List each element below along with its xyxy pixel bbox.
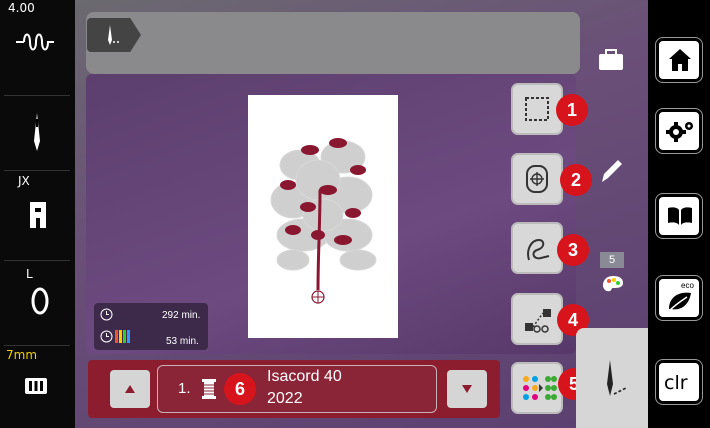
move-hoop-button[interactable] bbox=[511, 153, 563, 205]
marker-6: 6 bbox=[224, 373, 256, 405]
home-icon bbox=[669, 49, 691, 71]
design-canvas[interactable] bbox=[248, 95, 398, 338]
color-down-button[interactable] bbox=[447, 370, 487, 408]
color-sequence-icon bbox=[523, 376, 557, 400]
thread-spool-icon bbox=[202, 379, 216, 399]
cut-connector-icon bbox=[525, 309, 551, 333]
stitch-plate-icon bbox=[31, 287, 49, 315]
thread-code: 2022 bbox=[267, 390, 303, 407]
book-icon bbox=[668, 207, 692, 225]
left-status-bar: 4.00 JX L 7mm bbox=[0, 0, 75, 428]
needle-cell[interactable] bbox=[4, 95, 70, 171]
stitch-width-value: 4.00 bbox=[8, 1, 35, 15]
toolbox-icon[interactable] bbox=[597, 48, 625, 72]
move-hoop-icon bbox=[526, 165, 548, 193]
triangle-down-icon bbox=[462, 385, 472, 393]
needle-icon bbox=[34, 113, 40, 151]
color-time: 53 min. bbox=[166, 336, 199, 347]
marker-3: 3 bbox=[557, 234, 589, 266]
presser-foot-icon bbox=[30, 202, 46, 228]
feed-dog-icon bbox=[25, 378, 47, 394]
color-bars-icon bbox=[115, 330, 130, 343]
settings-button[interactable] bbox=[655, 108, 703, 154]
clear-button[interactable]: clr bbox=[655, 359, 703, 405]
guide-button[interactable] bbox=[655, 193, 703, 239]
thread-name: Isacord 40 bbox=[267, 368, 342, 385]
triangle-up-icon bbox=[125, 385, 135, 393]
stitch-out-tab[interactable] bbox=[576, 328, 648, 428]
palette-icon[interactable] bbox=[601, 274, 625, 294]
color-clock-icon bbox=[100, 330, 113, 343]
presser-foot-label: JX bbox=[18, 174, 30, 188]
foot-type-label: L bbox=[26, 267, 33, 281]
design-time-info: 292 min. 53 min. bbox=[94, 303, 208, 350]
edit-pencil-icon[interactable] bbox=[598, 156, 626, 186]
select-frame-icon bbox=[525, 97, 549, 121]
stitch-trace-button[interactable] bbox=[511, 222, 563, 274]
color-count-badge: 5 bbox=[600, 252, 624, 268]
current-color-field[interactable]: 1. 6 Isacord 40 2022 bbox=[157, 365, 437, 413]
leaf-icon bbox=[668, 292, 691, 312]
cut-connector-button[interactable] bbox=[511, 293, 563, 345]
color-sequence-button[interactable] bbox=[511, 362, 563, 414]
stitch-pattern-icon bbox=[16, 33, 54, 51]
marker-2: 2 bbox=[560, 164, 592, 196]
presser-foot-cell[interactable]: JX bbox=[4, 170, 70, 261]
flower-design bbox=[270, 138, 377, 304]
needle-stitch-icon bbox=[607, 360, 627, 396]
total-time: 292 min. bbox=[162, 310, 201, 321]
home-button[interactable] bbox=[655, 37, 703, 83]
clear-label: clr bbox=[664, 372, 688, 394]
color-up-button[interactable] bbox=[110, 370, 150, 408]
gear-icon bbox=[666, 122, 693, 142]
top-strip bbox=[86, 12, 580, 74]
stitch-plate-cell[interactable]: L bbox=[4, 260, 70, 346]
color-index: 1. bbox=[178, 380, 191, 397]
feed-dog-cell[interactable]: 7mm bbox=[4, 345, 70, 425]
stitch-trace-icon bbox=[527, 238, 550, 261]
stitch-length-value: 7mm bbox=[6, 348, 38, 362]
embroidery-mode-tab[interactable] bbox=[87, 18, 141, 52]
marker-1: 1 bbox=[556, 94, 588, 126]
stitch-width-cell[interactable]: 4.00 bbox=[4, 0, 70, 96]
needle-small-icon bbox=[108, 25, 119, 45]
clock-icon bbox=[100, 308, 113, 321]
eco-button[interactable]: eco bbox=[655, 275, 703, 321]
